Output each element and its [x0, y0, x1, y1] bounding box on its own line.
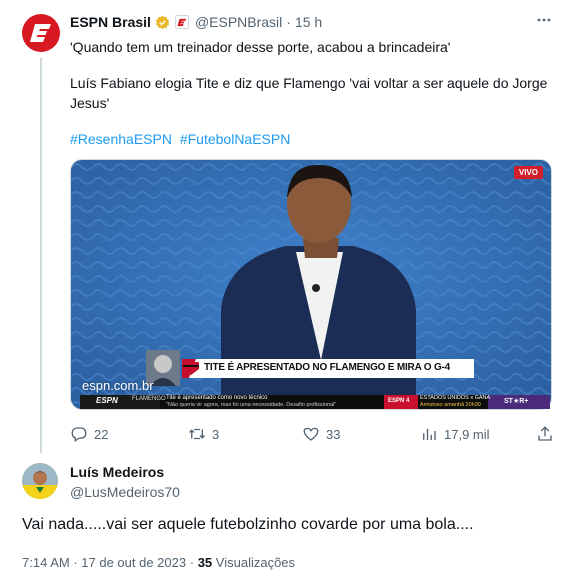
- tweet-text-line-1: 'Quando tem um treinador desse porte, ac…: [70, 39, 451, 55]
- hashtags: #ResenhaESPN #FutebolNaESPN: [70, 131, 290, 147]
- share-icon: [538, 426, 552, 441]
- reply-avatar-image: [22, 463, 58, 499]
- heart-icon: [303, 427, 319, 441]
- espn-avatar[interactable]: [22, 14, 60, 52]
- views-count: 17,9 mil: [444, 426, 490, 442]
- affiliate-badge-icon: [174, 15, 189, 29]
- like-action[interactable]: 33: [302, 424, 340, 444]
- hashtag-futebol[interactable]: #FutebolNaESPN: [180, 131, 291, 147]
- reply-author-handle[interactable]: @LusMedeiros70: [70, 484, 180, 500]
- tweet-text-line-3: Jesus': [70, 95, 110, 111]
- channel-tag: FLAMENGO: [132, 396, 166, 402]
- tweet-text-line-2: Luís Fabiano elogia Tite e diz que Flame…: [70, 75, 548, 91]
- hashtag-resenha[interactable]: #ResenhaESPN: [70, 131, 172, 147]
- reply-icon: [71, 427, 87, 443]
- analytics-icon: [423, 428, 436, 440]
- retweet-count: 3: [212, 426, 220, 442]
- reply-text: Vai nada.....vai ser aquele futebolzinho…: [22, 516, 474, 533]
- next-detail: Amistoso amanhã 20h30: [420, 402, 481, 408]
- author-name[interactable]: ESPN Brasil: [70, 14, 151, 30]
- flamengo-crest-icon: [183, 362, 199, 375]
- verified-gold-icon: [155, 15, 170, 29]
- ticker-title: Tite é apresentado como novo técnico: [166, 395, 268, 401]
- thread-line: [40, 58, 42, 453]
- site-label: espn.com.br: [82, 378, 154, 393]
- reply-meta: 7:14 AM · 17 de out de 2023 · 35 Visuali…: [22, 555, 296, 570]
- views-action[interactable]: 17,9 mil: [420, 424, 490, 444]
- reply-date[interactable]: 17 de out de 2023: [81, 555, 186, 570]
- next-channel-tag: ESPN 4: [388, 398, 410, 404]
- share-action[interactable]: [536, 424, 560, 444]
- separator-dot: ·: [286, 14, 291, 30]
- network-logo: ESPN: [96, 396, 118, 405]
- tweet-actions: 22 3 33 17,9 mil: [70, 424, 552, 444]
- reply-views-label: Visualizações: [215, 555, 296, 570]
- reply-avatar[interactable]: [22, 463, 58, 499]
- reply-count: 22: [94, 426, 109, 442]
- reply-views-count: 35: [197, 555, 213, 570]
- reply-time[interactable]: 7:14 AM: [22, 555, 70, 570]
- ticker-quote: "Não queria vir agora, mas foi uma neces…: [166, 402, 337, 408]
- star-plus-logo: ST★R+: [504, 398, 529, 405]
- reply-author-name[interactable]: Luís Medeiros: [70, 464, 164, 480]
- live-badge: VIVO: [513, 166, 543, 179]
- retweet-action[interactable]: 3: [188, 424, 219, 444]
- author-handle[interactable]: @ESPNBrasil: [195, 14, 282, 30]
- espn-logo-icon: [30, 24, 51, 42]
- reply-action[interactable]: 22: [70, 424, 108, 444]
- more-options-icon[interactable]: [536, 12, 552, 28]
- retweet-icon: [189, 428, 205, 440]
- tweet-time[interactable]: 15 h: [295, 14, 322, 30]
- tweet-header: ESPN Brasil @ESPNBrasil · 15 h: [70, 12, 322, 32]
- like-count: 33: [326, 426, 341, 442]
- headline-text: TITE É APRESENTADO NO FLAMENGO E MIRA O …: [204, 362, 451, 373]
- next-match: ESTADOS UNIDOS x GANA: [420, 395, 491, 401]
